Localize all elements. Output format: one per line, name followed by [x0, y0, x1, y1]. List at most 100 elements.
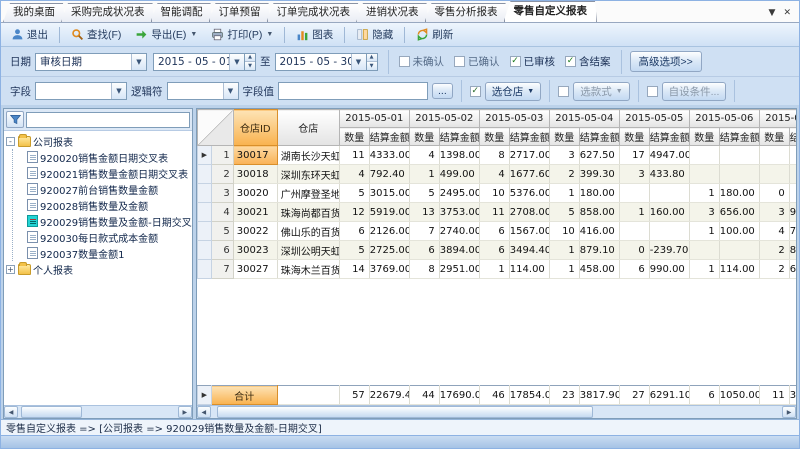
cell-value[interactable]: 2725.00: [369, 241, 409, 260]
scroll-right-icon[interactable]: ▶: [782, 406, 796, 418]
cell-value[interactable]: 2717.00: [509, 146, 549, 165]
cell-value[interactable]: [719, 146, 759, 165]
cell-value[interactable]: 879.10: [579, 241, 619, 260]
date-from-input[interactable]: 2015 - 05 - 01 ▼: [153, 53, 245, 71]
column-header-date-6[interactable]: 2015-05-07: [759, 110, 797, 128]
tab-6[interactable]: 零售分析报表: [425, 3, 508, 22]
cell-value[interactable]: [719, 165, 759, 184]
cell-value[interactable]: 699.00: [789, 260, 797, 279]
grid-row-6[interactable]: 730027珠海木兰百货143769.0082951.001114.001458…: [197, 260, 797, 279]
cell-value[interactable]: 2951.00: [439, 260, 479, 279]
subheader-amount-3[interactable]: 结算金额: [579, 128, 619, 146]
date-to-spinner[interactable]: ▲▼: [367, 53, 378, 71]
select-store-checkbox[interactable]: ✓: [470, 86, 481, 97]
cell-value[interactable]: 458.00: [579, 260, 619, 279]
cell-value[interactable]: 3753.00: [439, 203, 479, 222]
column-header-date-1[interactable]: 2015-05-02: [409, 110, 479, 128]
column-header-date-0[interactable]: 2015-05-01: [339, 110, 409, 128]
cell-value[interactable]: 1398.00: [439, 146, 479, 165]
cell-value[interactable]: 6: [619, 260, 649, 279]
cell-store-id[interactable]: 30020: [233, 184, 277, 203]
cell-value[interactable]: 0.00: [789, 184, 797, 203]
column-header-date-4[interactable]: 2015-05-05: [619, 110, 689, 128]
toolbar-button-2[interactable]: 查找(F): [65, 24, 127, 45]
cell-value[interactable]: [759, 165, 789, 184]
filter-funnel-icon[interactable]: [6, 111, 24, 128]
cell-value[interactable]: 4: [409, 146, 439, 165]
cell-value[interactable]: 0: [759, 184, 789, 203]
chevron-down-icon[interactable]: ▼: [223, 83, 238, 99]
collapse-icon[interactable]: -: [6, 137, 15, 146]
cell-value[interactable]: 3: [549, 146, 579, 165]
tree-folder-company[interactable]: -公司报表: [6, 133, 192, 149]
tree-report-item-1[interactable]: 920021销售数量金额日期交叉表: [27, 165, 192, 181]
cell-value[interactable]: 8: [479, 146, 509, 165]
cell-value[interactable]: 12: [339, 203, 369, 222]
select-store-button[interactable]: 选仓店 ▼: [485, 82, 541, 101]
tree-report-item-4-selected[interactable]: 920029销售数量及金额-日期交叉: [27, 213, 192, 229]
cell-value[interactable]: 5376.00: [509, 184, 549, 203]
custom-condition-checkbox[interactable]: [647, 86, 658, 97]
cell-store-id[interactable]: 30027: [233, 260, 277, 279]
cell-value[interactable]: 499.00: [439, 165, 479, 184]
grid-row-5[interactable]: 630023深圳公明天虹(自)52725.0063894.0063494.401…: [197, 241, 797, 260]
cell-value[interactable]: 3494.40: [509, 241, 549, 260]
tree-report-item-3[interactable]: 920028销售数量及金额: [27, 197, 192, 213]
browse-button[interactable]: ...: [432, 83, 453, 99]
cell-store-name[interactable]: 佛山乐的百货(自): [277, 222, 339, 241]
cell-value[interactable]: 1: [549, 184, 579, 203]
toolbar-button-0[interactable]: 退出: [5, 24, 54, 45]
date-to-input[interactable]: 2015 - 05 - 30 ▼: [275, 53, 367, 71]
cell-value[interactable]: 11: [479, 203, 509, 222]
cell-value[interactable]: 114.00: [719, 260, 759, 279]
tree-report-item-5[interactable]: 920030每日款式成本金额: [27, 229, 192, 245]
toolbar-button-8[interactable]: 隐藏: [350, 24, 399, 45]
select-style-checkbox[interactable]: [558, 86, 569, 97]
cell-value[interactable]: 5919.00: [369, 203, 409, 222]
cell-value[interactable]: 180.00: [579, 184, 619, 203]
subheader-qty-3[interactable]: 数量: [549, 128, 579, 146]
cell-store-id[interactable]: 30021: [233, 203, 277, 222]
cell-value[interactable]: 864.60: [789, 241, 797, 260]
cell-value[interactable]: [759, 146, 789, 165]
cell-value[interactable]: 3: [759, 203, 789, 222]
tree-filter-input[interactable]: [26, 112, 190, 128]
cell-store-name[interactable]: 深圳公明天虹(自): [277, 241, 339, 260]
subheader-amount-1[interactable]: 结算金额: [439, 128, 479, 146]
grid-total-row[interactable]: ▶合计5722679.404417690.004617854.00233817.…: [197, 386, 797, 405]
cell-store-id[interactable]: 30023: [233, 241, 277, 260]
cell-value[interactable]: 180.00: [719, 184, 759, 203]
scroll-left-icon[interactable]: ◀: [197, 406, 211, 418]
chevron-down-icon[interactable]: ▼: [111, 83, 126, 99]
column-header-date-5[interactable]: 2015-05-06: [689, 110, 759, 128]
cell-value[interactable]: 14: [339, 260, 369, 279]
column-header-date-2[interactable]: 2015-05-03: [479, 110, 549, 128]
cell-value[interactable]: 3: [689, 203, 719, 222]
grid-row-2[interactable]: 330020广州摩登圣地店(自)53015.0052495.00105376.0…: [197, 184, 797, 203]
cell-value[interactable]: [789, 146, 797, 165]
cell-value[interactable]: 7: [409, 222, 439, 241]
subheader-qty-5[interactable]: 数量: [689, 128, 719, 146]
cell-value[interactable]: 160.00: [649, 203, 689, 222]
cell-value[interactable]: 1: [409, 165, 439, 184]
cell-value[interactable]: 416.00: [579, 222, 619, 241]
column-header-store[interactable]: 仓店: [277, 110, 339, 146]
grid-hscroll-track[interactable]: [211, 406, 782, 418]
cell-value[interactable]: 2708.00: [509, 203, 549, 222]
grid-row-4[interactable]: 530022佛山乐的百货(自)62126.0072740.0061567.001…: [197, 222, 797, 241]
cell-value[interactable]: 3769.00: [369, 260, 409, 279]
field-select[interactable]: ▼: [35, 82, 127, 100]
cell-value[interactable]: 433.80: [649, 165, 689, 184]
column-header-store-id[interactable]: 仓店ID: [233, 110, 277, 146]
cell-value[interactable]: 5: [339, 184, 369, 203]
cell-value[interactable]: 3894.00: [439, 241, 479, 260]
tree-report-item-0[interactable]: 920020销售金额日期交叉表: [27, 149, 192, 165]
cell-value[interactable]: 2495.00: [439, 184, 479, 203]
status-checkbox-3[interactable]: ✓含结案: [565, 54, 611, 69]
cell-value[interactable]: 5: [549, 203, 579, 222]
cell-value[interactable]: 1: [549, 241, 579, 260]
grid-row-1[interactable]: 230018深圳东环天虹(自)4792.401499.0041677.60239…: [197, 165, 797, 184]
tab-7[interactable]: 零售自定义报表: [504, 1, 598, 22]
cell-value[interactable]: [649, 222, 689, 241]
cell-value[interactable]: -239.70: [649, 241, 689, 260]
